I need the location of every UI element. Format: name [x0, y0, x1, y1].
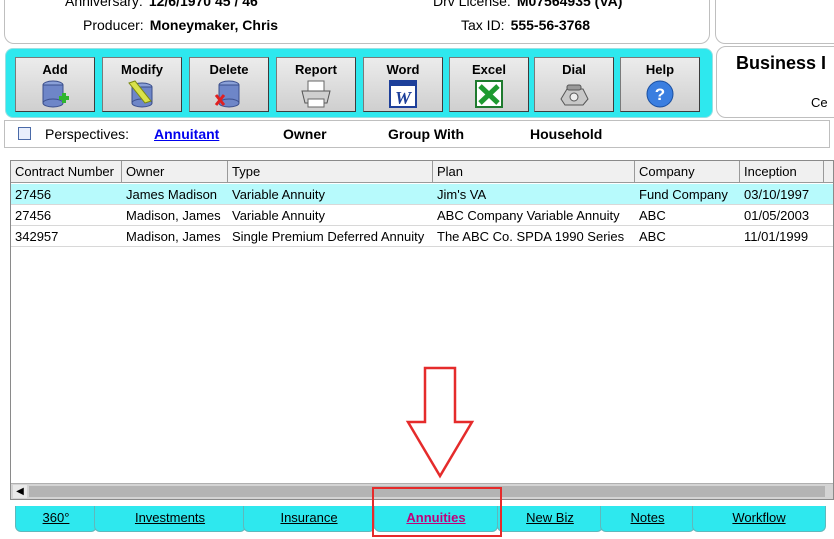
cell-contract-number: 27456	[15, 187, 52, 202]
tab-new-biz-label: New Biz	[526, 510, 574, 525]
excel-icon	[475, 80, 503, 108]
cell-type: Single Premium Deferred Annuity	[232, 229, 425, 244]
database-delete-icon	[214, 80, 240, 108]
printer-icon	[301, 80, 331, 108]
database-add-icon	[42, 80, 69, 108]
cell-company: ABC	[639, 208, 666, 223]
cell-contract-number: 27456	[15, 208, 52, 223]
cell-inception: 03/10/1997	[744, 187, 810, 202]
taxid-label: Tax ID:	[461, 17, 505, 33]
producer-label: Producer:	[83, 17, 144, 33]
word-icon: W	[389, 80, 417, 108]
svg-text:?: ?	[655, 85, 665, 104]
svg-text:W: W	[395, 88, 413, 108]
license-row: Drv License: M07564935 (VA)	[433, 0, 622, 9]
tab-investments-label: Investments	[134, 510, 206, 525]
tab-new-biz[interactable]: New Biz	[497, 506, 603, 532]
column-plan[interactable]: Plan	[433, 161, 635, 183]
database-edit-icon	[128, 80, 153, 108]
table-row[interactable]: 27456 Madison, James Variable Annuity AB…	[11, 205, 833, 226]
tab-workflow[interactable]: Workflow	[692, 506, 826, 532]
producer-value: Moneymaker, Chris	[149, 17, 279, 33]
cell-company: Fund Company	[639, 187, 728, 202]
perspectives-label: Perspectives:	[45, 126, 130, 142]
tab-360[interactable]: 360°	[15, 506, 97, 532]
license-value: M07564935 (VA)	[516, 0, 623, 9]
cell-owner: Madison, James	[126, 208, 221, 223]
taxid-value: 555-56-3768	[510, 17, 590, 33]
anniversary-value: 12/6/1970 45 / 46	[148, 0, 258, 9]
report-button-label: Report	[295, 62, 337, 77]
business-subtitle: Ce	[811, 95, 828, 110]
cell-type: Variable Annuity	[232, 208, 325, 223]
producer-row: Producer: Moneymaker, Chris	[83, 17, 278, 33]
excel-button-label: Excel	[472, 62, 506, 77]
modify-button-label: Modify	[121, 62, 163, 77]
tab-insurance[interactable]: Insurance	[243, 506, 375, 532]
column-contract-number[interactable]: Contract Number	[11, 161, 122, 183]
action-toolbar: Add Modify Delete Report Word W Excel Di…	[5, 48, 713, 118]
excel-button[interactable]: Excel	[449, 57, 529, 112]
cell-plan: Jim's VA	[437, 187, 487, 202]
column-company[interactable]: Company	[635, 161, 740, 183]
table-row[interactable]: 27456 James Madison Variable Annuity Jim…	[11, 184, 833, 205]
column-owner[interactable]: Owner	[122, 161, 228, 183]
cell-plan: ABC Company Variable Annuity	[437, 208, 620, 223]
report-button[interactable]: Report	[276, 57, 356, 112]
delete-button-label: Delete	[209, 62, 249, 77]
grid-header: Contract Number Owner Type Plan Company …	[11, 161, 833, 183]
perspective-group-with[interactable]: Group With	[388, 126, 464, 142]
collapse-icon[interactable]	[18, 127, 31, 140]
dial-button-label: Dial	[562, 62, 586, 77]
cell-inception: 01/05/2003	[744, 208, 810, 223]
add-button-label: Add	[42, 62, 68, 77]
word-button[interactable]: Word W	[363, 57, 443, 112]
dial-button[interactable]: Dial	[534, 57, 614, 112]
help-button[interactable]: Help ?	[620, 57, 700, 112]
header-right-panel	[715, 0, 834, 44]
help-icon: ?	[646, 80, 674, 108]
column-type[interactable]: Type	[228, 161, 433, 183]
perspective-household[interactable]: Household	[530, 126, 602, 142]
help-button-label: Help	[645, 62, 675, 77]
tab-workflow-label: Workflow	[732, 510, 786, 525]
down-arrow-icon	[405, 366, 475, 479]
business-panel: Business I Ce	[716, 46, 834, 118]
column-inception[interactable]: Inception	[740, 161, 824, 183]
annuities-highlight-box	[372, 487, 502, 537]
cell-owner: Madison, James	[126, 229, 221, 244]
tab-notes[interactable]: Notes	[600, 506, 695, 532]
taxid-row: Tax ID: 555-56-3768	[461, 17, 590, 33]
phone-icon	[560, 84, 589, 106]
cell-company: ABC	[639, 229, 666, 244]
tab-notes-label: Notes	[630, 510, 665, 525]
cell-type: Variable Annuity	[232, 187, 325, 202]
client-header-panel: Anniversary: 12/6/1970 45 / 46 Drv Licens…	[4, 0, 710, 44]
cell-plan: The ABC Co. SPDA 1990 Series	[437, 229, 625, 244]
tab-insurance-label: Insurance	[280, 510, 338, 525]
cell-contract-number: 342957	[15, 229, 59, 244]
license-label: Drv License:	[433, 0, 511, 9]
cell-inception: 11/01/1999	[744, 229, 809, 244]
anniversary-label: Anniversary:	[65, 0, 143, 9]
perspective-annuitant[interactable]: Annuitant	[154, 126, 219, 142]
perspectives-bar: Perspectives: Annuitant Owner Group With…	[4, 120, 830, 148]
table-row[interactable]: 342957 Madison, James Single Premium Def…	[11, 226, 833, 247]
modify-button[interactable]: Modify	[102, 57, 182, 112]
word-button-label: Word	[386, 62, 420, 77]
tab-investments[interactable]: Investments	[94, 506, 246, 532]
tab-360-label: 360°	[42, 510, 70, 525]
cell-owner: James Madison	[126, 187, 218, 202]
scroll-left-arrow-icon[interactable]: ◀	[13, 485, 27, 498]
anniversary-row: Anniversary: 12/6/1970 45 / 46	[65, 0, 258, 9]
business-title: Business I	[736, 53, 827, 73]
perspective-owner[interactable]: Owner	[283, 126, 327, 142]
delete-button[interactable]: Delete	[189, 57, 269, 112]
add-button[interactable]: Add	[15, 57, 95, 112]
